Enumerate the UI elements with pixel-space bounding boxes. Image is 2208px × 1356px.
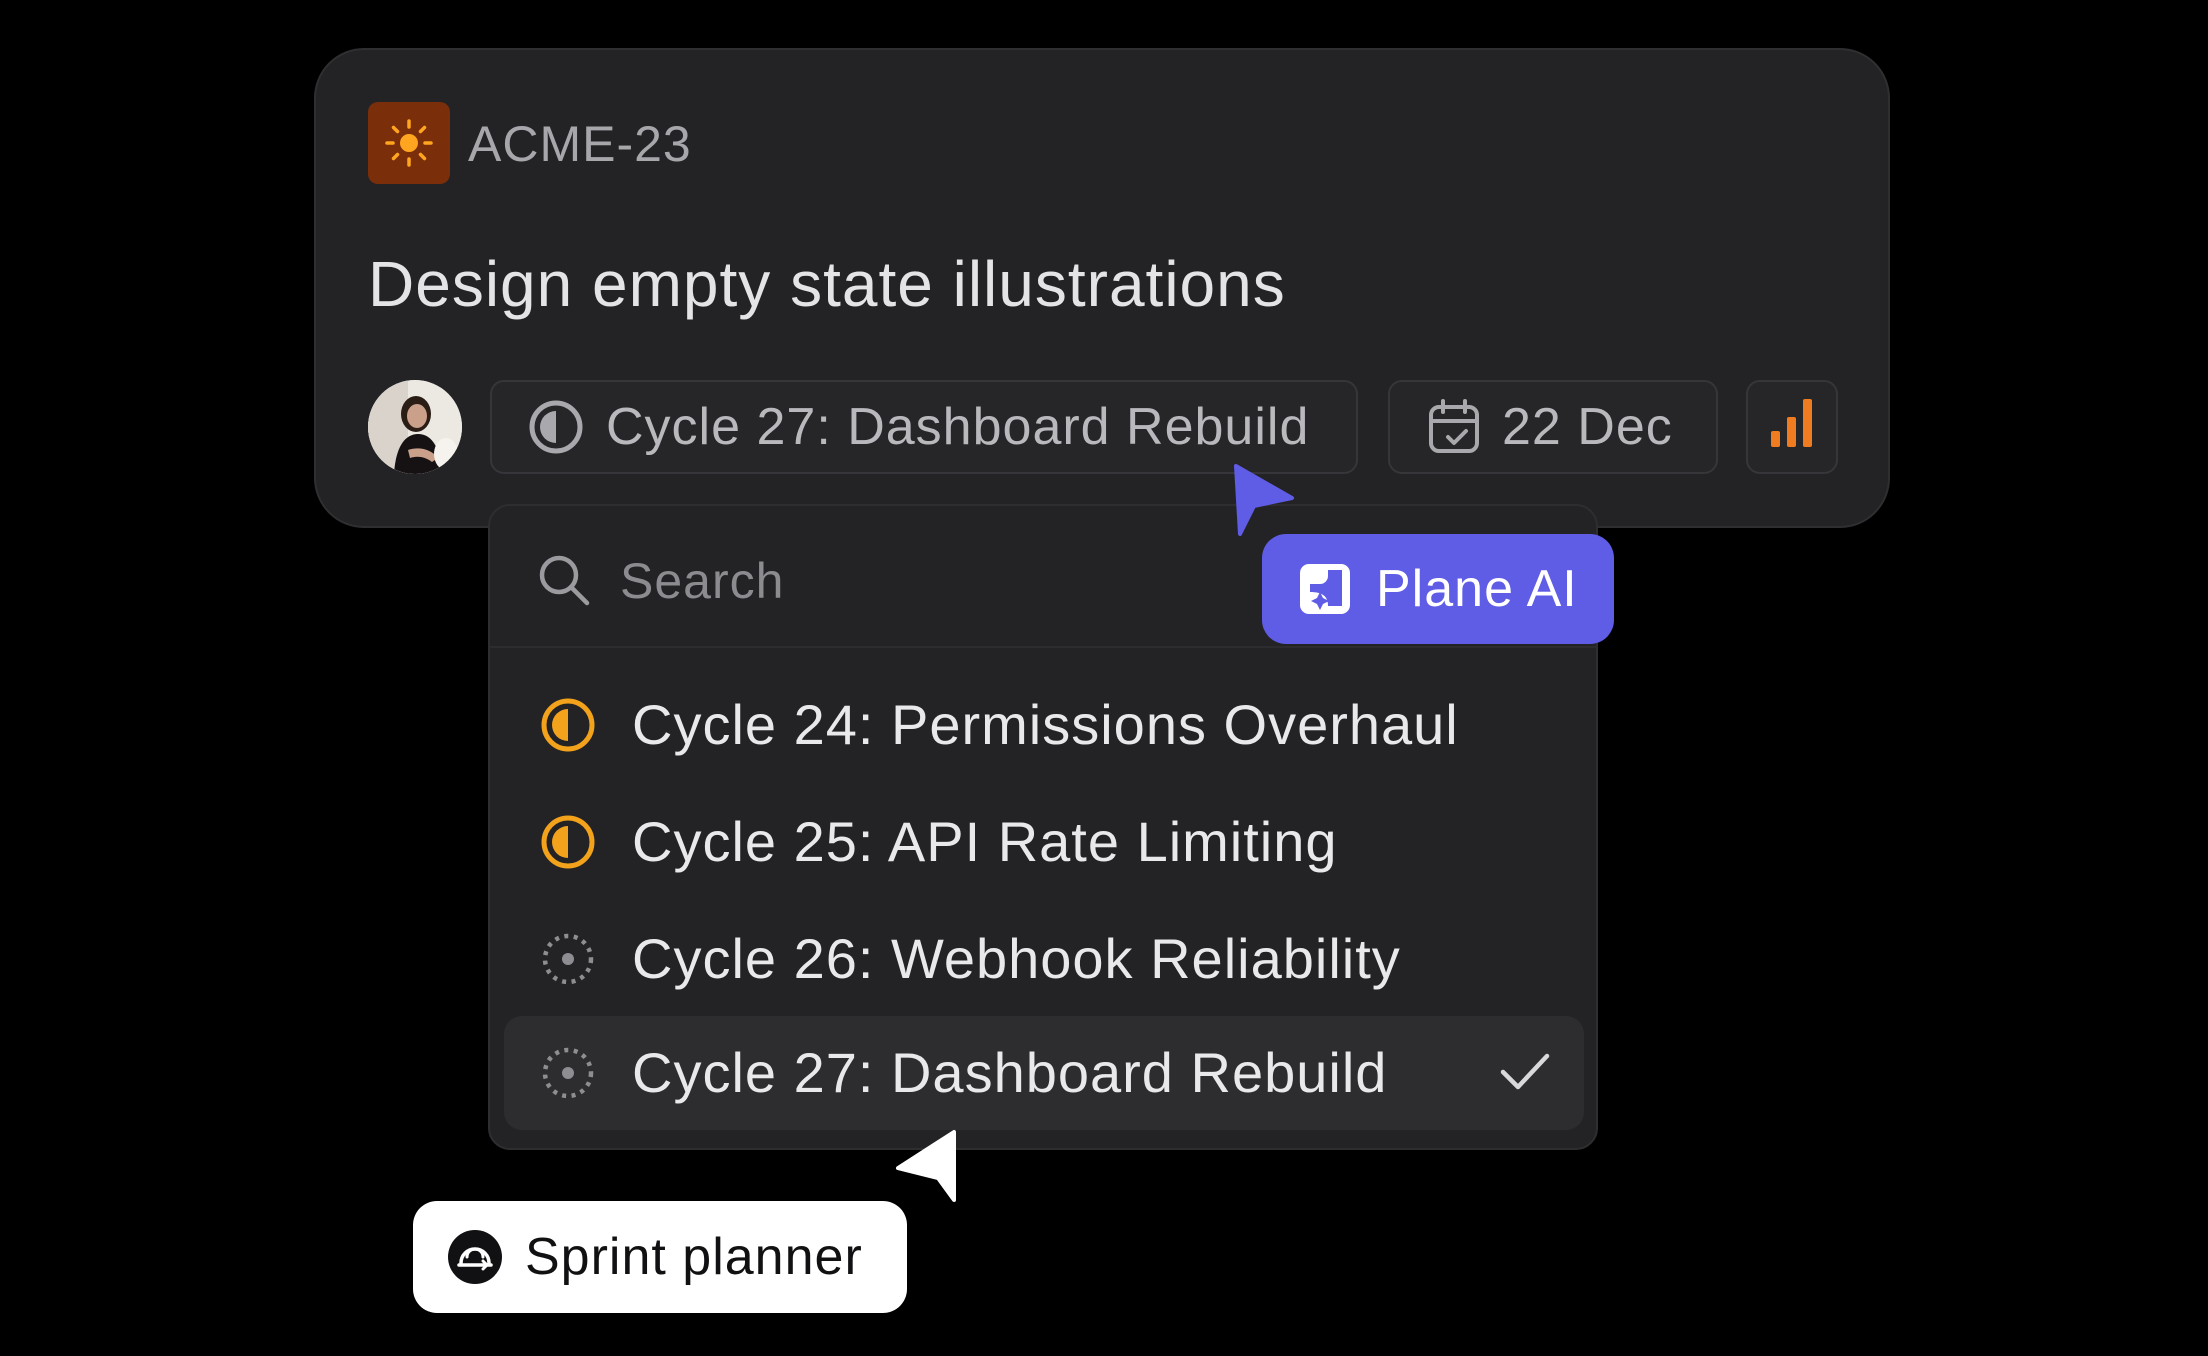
assignee-avatar[interactable] [368, 380, 462, 474]
option-cycle-25[interactable]: Cycle 25: API Rate Limiting [504, 785, 1584, 899]
plane-logo-icon [1298, 562, 1352, 616]
option-label: Cycle 26: Webhook Reliability [632, 927, 1401, 990]
issue-card[interactable]: ACME-23 Design empty state illustrations… [314, 48, 1890, 528]
plane-ai-tag: Plane AI [1262, 534, 1614, 644]
issue-title[interactable]: Design empty state illustrations [368, 246, 1286, 322]
option-label: Cycle 24: Permissions Overhaul [632, 693, 1459, 756]
half-circle-icon [540, 697, 596, 753]
check-icon [1500, 1050, 1550, 1099]
option-cycle-26[interactable]: Cycle 26: Webhook Reliability [504, 902, 1584, 1016]
half-circle-icon [540, 814, 596, 870]
sprint-planner-label: Sprint planner [525, 1228, 863, 1286]
sun-icon [368, 102, 450, 184]
dotted-circle-icon [540, 931, 596, 987]
sprint-planner-tag: Sprint planner [413, 1201, 907, 1313]
plane-ai-label: Plane AI [1376, 560, 1578, 618]
sprint-planner-cursor-icon [894, 1128, 958, 1209]
option-label: Cycle 25: API Rate Limiting [632, 810, 1338, 873]
cycle-selector-label: Cycle 27: Dashboard Rebuild [606, 398, 1310, 456]
sprint-planner-icon [447, 1229, 503, 1285]
calendar-check-icon [1428, 399, 1480, 455]
stage: ACME-23 Design empty state illustrations… [0, 0, 2208, 1356]
priority-button[interactable] [1746, 380, 1838, 474]
search-input[interactable] [618, 548, 1122, 614]
plane-ai-cursor-icon [1232, 462, 1296, 541]
priority-bars-icon [1769, 393, 1815, 462]
option-label: Cycle 27: Dashboard Rebuild [632, 1041, 1388, 1104]
option-cycle-27[interactable]: Cycle 27: Dashboard Rebuild [504, 1016, 1584, 1130]
half-circle-icon [528, 399, 584, 455]
dotted-circle-icon [540, 1045, 596, 1101]
issue-id: ACME-23 [468, 116, 692, 172]
option-cycle-24[interactable]: Cycle 24: Permissions Overhaul [504, 668, 1584, 782]
due-date-label: 22 Dec [1502, 398, 1673, 456]
cycle-selector[interactable]: Cycle 27: Dashboard Rebuild [490, 380, 1358, 474]
search-icon [536, 552, 592, 613]
due-date-button[interactable]: 22 Dec [1388, 380, 1718, 474]
